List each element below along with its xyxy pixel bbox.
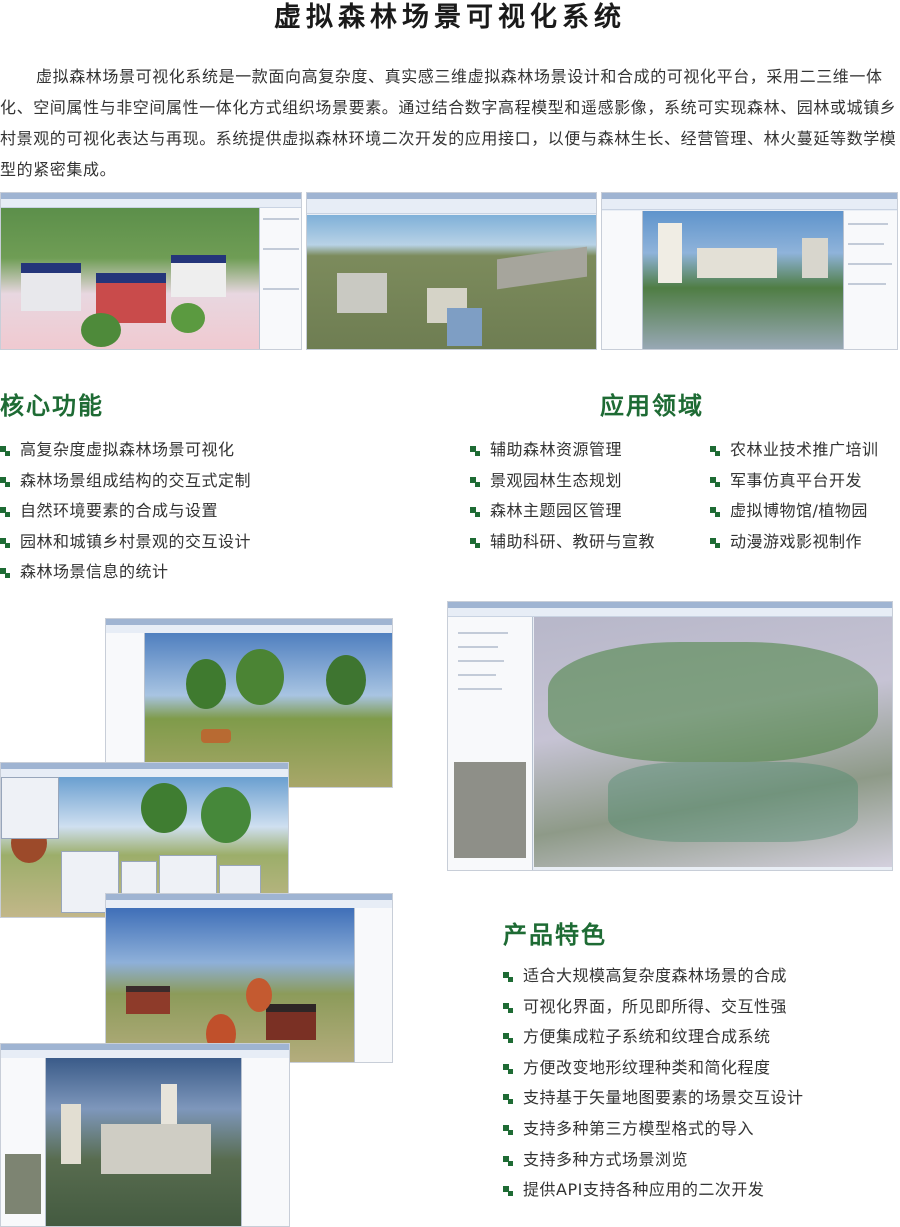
bullet-icon <box>503 1186 513 1197</box>
screenshot-waterfront-scene <box>601 192 898 350</box>
list-item: 农林业技术推广培训 <box>710 435 900 466</box>
bullet-icon <box>710 476 720 487</box>
core-functions-list: 高复杂度虚拟森林场景可视化 森林场景组成结构的交互式定制 自然环境要素的合成与设… <box>0 435 430 588</box>
bullet-icon <box>0 537 10 548</box>
bullet-icon <box>503 1063 513 1074</box>
list-item: 支持多种第三方模型格式的导入 <box>503 1114 900 1145</box>
list-item: 方便集成粒子系统和纹理合成系统 <box>503 1022 900 1053</box>
screenshot-city-scene <box>306 192 597 350</box>
list-item: 园林和城镇乡村景观的交互设计 <box>0 527 430 558</box>
bullet-icon <box>710 507 720 518</box>
list-item: 森林场景组成结构的交互式定制 <box>0 466 430 497</box>
list-item: 虚拟博物馆/植物园 <box>710 496 900 527</box>
bullet-icon <box>503 1033 513 1044</box>
list-item: 动漫游戏影视制作 <box>710 527 900 558</box>
bullet-icon <box>503 1155 513 1166</box>
bullet-icon <box>470 537 480 548</box>
screenshot-terrain-forest <box>447 601 893 871</box>
features-list: 适合大规模高复杂度森林场景的合成 可视化界面，所见即所得、交互性强 方便集成粒子… <box>503 961 900 1206</box>
bullet-icon <box>710 537 720 548</box>
bullet-icon <box>503 1002 513 1013</box>
applications-list-right: 农林业技术推广培训 军事仿真平台开发 虚拟博物馆/植物园 动漫游戏影视制作 <box>710 435 900 557</box>
bullet-icon <box>503 972 513 982</box>
page-title: 虚拟森林场景可视化系统 <box>274 2 626 33</box>
list-item: 方便改变地形纹理种类和简化程度 <box>503 1053 900 1084</box>
list-item: 森林场景信息的统计 <box>0 557 430 588</box>
features-heading: 产品特色 <box>503 921 607 949</box>
screenshot-village-scene <box>0 192 302 350</box>
list-item: 适合大规模高复杂度森林场景的合成 <box>503 961 900 992</box>
applications-list-left: 辅助森林资源管理 景观园林生态规划 森林主题园区管理 辅助科研、教研与宣教 <box>470 435 700 557</box>
bullet-icon <box>710 446 720 456</box>
screenshot-residential-scene <box>0 1043 290 1227</box>
applications-heading: 应用领域 <box>600 392 704 420</box>
bullet-icon <box>470 476 480 487</box>
intro-paragraph: 虚拟森林场景可视化系统是一款面向高复杂度、真实感三维虚拟森林场景设计和合成的可视… <box>0 67 897 179</box>
screenshot-pagoda-scene <box>105 893 393 1063</box>
core-functions-heading: 核心功能 <box>0 392 104 420</box>
list-item: 可视化界面，所见即所得、交互性强 <box>503 992 900 1023</box>
bullet-icon <box>0 507 10 518</box>
bullet-icon <box>503 1124 513 1135</box>
bullet-icon <box>470 507 480 518</box>
list-item: 高复杂度虚拟森林场景可视化 <box>0 435 430 466</box>
list-item: 自然环境要素的合成与设置 <box>0 496 430 527</box>
bullet-icon <box>503 1094 513 1105</box>
bullet-icon <box>470 446 480 456</box>
list-item: 支持基于矢量地图要素的场景交互设计 <box>503 1083 900 1114</box>
list-item: 支持多种方式场景浏览 <box>503 1145 900 1176</box>
list-item: 辅助森林资源管理 <box>470 435 700 466</box>
list-item: 森林主题园区管理 <box>470 496 700 527</box>
bullet-icon <box>0 476 10 487</box>
list-item: 景观园林生态规划 <box>470 466 700 497</box>
bullet-icon <box>0 568 10 579</box>
list-item: 军事仿真平台开发 <box>710 466 900 497</box>
bullet-icon <box>0 446 10 456</box>
list-item: 辅助科研、教研与宣教 <box>470 527 700 558</box>
list-item: 提供API支持各种应用的二次开发 <box>503 1175 900 1206</box>
